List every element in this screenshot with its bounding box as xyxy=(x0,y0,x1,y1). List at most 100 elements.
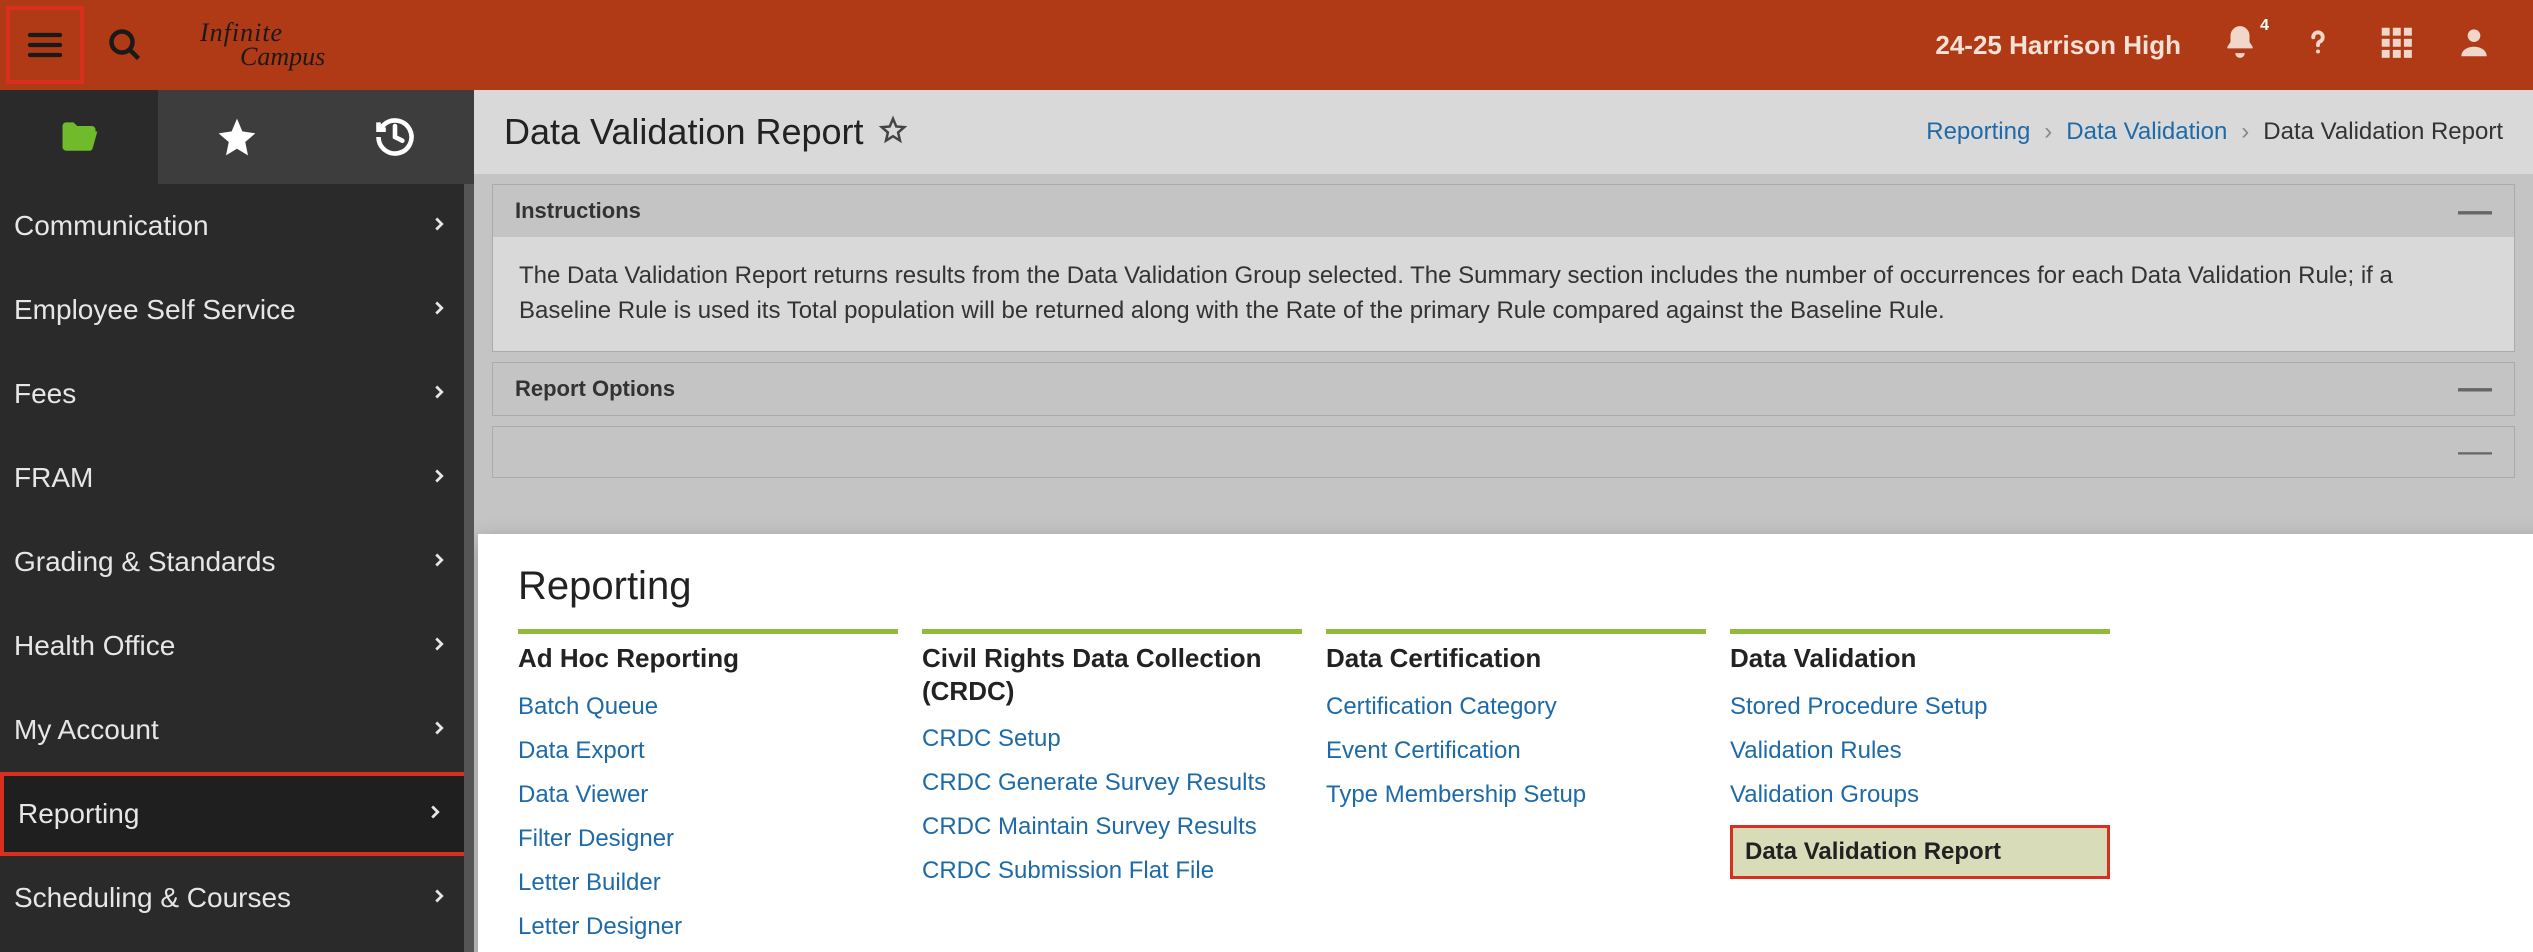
notifications-button[interactable]: 4 xyxy=(2221,23,2259,68)
link-event-certification[interactable]: Event Certification xyxy=(1326,737,1706,765)
sidebar-item-label: Scheduling & Courses xyxy=(14,882,291,914)
link-data-export[interactable]: Data Export xyxy=(518,737,898,765)
sidebar-item-label: Health Office xyxy=(14,630,175,662)
sidebar-tab-folder[interactable] xyxy=(0,90,158,184)
column-rule xyxy=(518,629,898,634)
sidebar-tab-history[interactable] xyxy=(316,90,474,184)
popup-col-crdc: Civil Rights Data Collection (CRDC) CRDC… xyxy=(922,629,1302,952)
apps-grid-icon xyxy=(2377,23,2415,61)
column-heading: Data Certification xyxy=(1326,642,1706,675)
chevron-right-icon xyxy=(428,882,450,914)
popup-col-data-validation: Data Validation Stored Procedure Setup V… xyxy=(1730,629,2110,952)
breadcrumb-separator-icon: › xyxy=(2044,118,2052,146)
link-crdc-setup[interactable]: CRDC Setup xyxy=(922,725,1302,753)
link-validation-rules[interactable]: Validation Rules xyxy=(1730,737,2110,765)
instructions-panel-body: The Data Validation Report returns resul… xyxy=(493,237,2514,351)
instructions-panel-title: Instructions xyxy=(515,198,641,224)
column-rule xyxy=(922,629,1302,634)
sidebar-item-reporting[interactable]: Reporting xyxy=(0,772,474,856)
app-header: Infinite Campus 24-25 Harrison High 4 xyxy=(0,0,2533,90)
hamburger-menu-button[interactable] xyxy=(6,6,84,84)
sidebar-item-scheduling-courses[interactable]: Scheduling & Courses xyxy=(0,856,474,940)
popup-col-data-certification: Data Certification Certification Categor… xyxy=(1326,629,1706,952)
column-heading: Data Validation xyxy=(1730,642,2110,675)
column-heading: Civil Rights Data Collection (CRDC) xyxy=(922,642,1302,707)
star-icon xyxy=(215,115,259,159)
sidebar-item-label: Grading & Standards xyxy=(14,546,276,578)
sidebar-tabs xyxy=(0,90,474,184)
hamburger-icon xyxy=(25,25,65,65)
favorite-toggle-button[interactable] xyxy=(878,115,908,150)
chevron-right-icon xyxy=(428,210,450,242)
link-filter-designer[interactable]: Filter Designer xyxy=(518,825,898,853)
brand-logo: Infinite Campus xyxy=(200,18,325,72)
bell-icon xyxy=(2221,23,2259,61)
brand-logo-bottom: Campus xyxy=(240,42,325,72)
link-batch-queue[interactable]: Batch Queue xyxy=(518,693,898,721)
column-rule xyxy=(1326,629,1706,634)
instructions-panel: Instructions — The Data Validation Repor… xyxy=(492,184,2515,352)
breadcrumb-link-reporting[interactable]: Reporting xyxy=(1926,118,2030,146)
link-crdc-flatfile[interactable]: CRDC Submission Flat File xyxy=(922,857,1302,885)
link-data-viewer[interactable]: Data Viewer xyxy=(518,781,898,809)
breadcrumb-current: Data Validation Report xyxy=(2263,118,2503,146)
link-type-membership-setup[interactable]: Type Membership Setup xyxy=(1326,781,1706,809)
report-options-panel-toggle[interactable]: Report Options — xyxy=(493,363,2514,415)
link-data-validation-report[interactable]: Data Validation Report xyxy=(1730,825,2110,879)
collapse-icon: — xyxy=(2458,192,2492,231)
collapse-icon: — xyxy=(2458,432,2492,471)
notification-count-badge: 4 xyxy=(2260,17,2269,35)
search-icon xyxy=(107,27,143,63)
link-letter-designer[interactable]: Letter Designer xyxy=(518,913,898,941)
sidebar-item-my-account[interactable]: My Account xyxy=(0,688,474,772)
column-heading: Ad Hoc Reporting xyxy=(518,642,898,675)
user-menu-button[interactable] xyxy=(2455,23,2493,68)
link-validation-groups[interactable]: Validation Groups xyxy=(1730,781,2110,809)
popup-col-adhoc: Ad Hoc Reporting Batch Queue Data Export… xyxy=(518,629,898,952)
breadcrumb-link-data-validation[interactable]: Data Validation xyxy=(2066,118,2227,146)
sidebar-item-health-office[interactable]: Health Office xyxy=(0,604,474,688)
sidebar-item-label: FRAM xyxy=(14,462,93,494)
link-letter-builder[interactable]: Letter Builder xyxy=(518,869,898,897)
link-certification-category[interactable]: Certification Category xyxy=(1326,693,1706,721)
sidebar-item-employee-self-service[interactable]: Employee Self Service xyxy=(0,268,474,352)
search-button[interactable] xyxy=(90,10,160,80)
sidebar-item-grading-standards[interactable]: Grading & Standards xyxy=(0,520,474,604)
chevron-right-icon xyxy=(428,630,450,662)
user-icon xyxy=(2455,23,2493,61)
sidebar-nav-list: Communication Employee Self Service Fees… xyxy=(0,184,474,952)
sidebar-item-fees[interactable]: Fees xyxy=(0,352,474,436)
sidebar-scrollbar[interactable] xyxy=(464,184,474,952)
instructions-panel-toggle[interactable]: Instructions — xyxy=(493,185,2514,237)
sidebar-item-label: My Account xyxy=(14,714,159,746)
context-label[interactable]: 24-25 Harrison High xyxy=(1935,30,2181,61)
star-outline-icon xyxy=(878,115,908,145)
sidebar-tab-favorites[interactable] xyxy=(158,90,316,184)
sidebar-item-fram[interactable]: FRAM xyxy=(0,436,474,520)
page-header: Data Validation Report Reporting › Data … xyxy=(474,90,2533,174)
sidebar-item-communication[interactable]: Communication xyxy=(0,184,474,268)
breadcrumb: Reporting › Data Validation › Data Valid… xyxy=(1926,118,2503,146)
link-crdc-generate[interactable]: CRDC Generate Survey Results xyxy=(922,769,1302,797)
sidebar-item-label: Reporting xyxy=(18,798,139,830)
chevron-right-icon xyxy=(428,294,450,326)
sidebar-item-label: Communication xyxy=(14,210,209,242)
collapsed-panel-1[interactable]: — xyxy=(492,426,2515,478)
chevron-right-icon xyxy=(428,546,450,578)
apps-button[interactable] xyxy=(2377,23,2415,68)
help-button[interactable] xyxy=(2299,23,2337,68)
page-title: Data Validation Report xyxy=(504,111,864,153)
report-options-panel: Report Options — xyxy=(492,362,2515,416)
link-stored-procedure-setup[interactable]: Stored Procedure Setup xyxy=(1730,693,2110,721)
chevron-right-icon xyxy=(424,798,446,830)
chevron-right-icon xyxy=(428,462,450,494)
breadcrumb-separator-icon: › xyxy=(2241,118,2249,146)
popup-title: Reporting xyxy=(518,564,2533,609)
sidebar: Communication Employee Self Service Fees… xyxy=(0,90,474,952)
folder-open-icon xyxy=(57,115,101,159)
help-icon xyxy=(2299,23,2337,61)
collapse-icon: — xyxy=(2458,369,2492,408)
column-rule xyxy=(1730,629,2110,634)
main-content: Data Validation Report Reporting › Data … xyxy=(474,90,2533,952)
link-crdc-maintain[interactable]: CRDC Maintain Survey Results xyxy=(922,813,1302,841)
